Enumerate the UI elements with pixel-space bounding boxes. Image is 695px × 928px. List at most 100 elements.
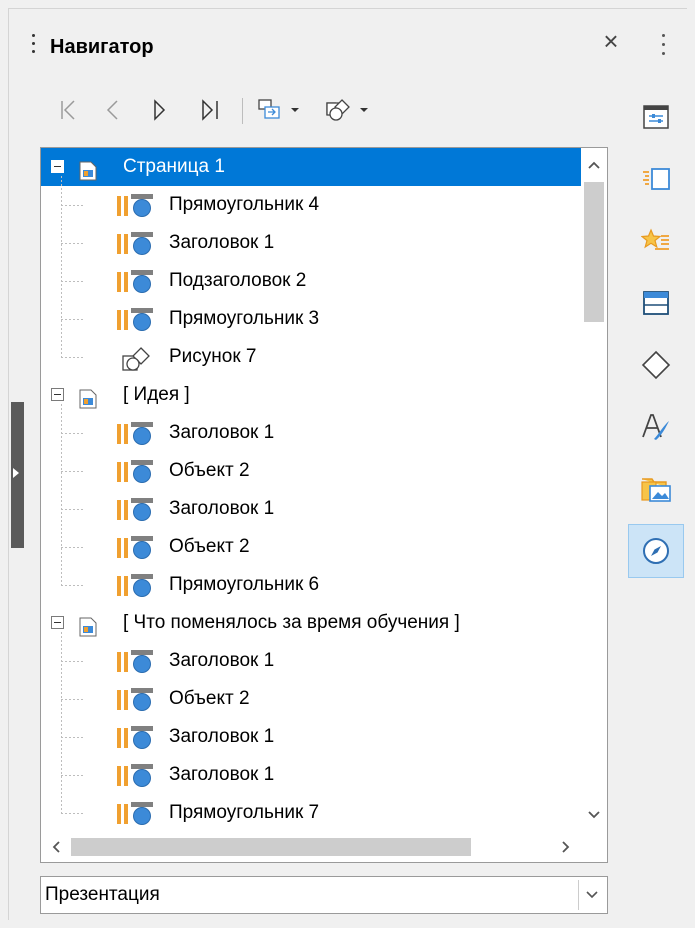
scroll-up-arrow-icon[interactable] (581, 152, 607, 178)
tree-connector-line (61, 357, 85, 358)
tree-item-label: Прямоугольник 6 (169, 574, 320, 595)
tree-item-label: Прямоугольник 4 (169, 194, 320, 215)
shape-object-icon (117, 460, 157, 484)
frame-border-top (8, 8, 687, 9)
tree-object-item[interactable]: Прямоугольник 3 (41, 300, 581, 338)
collapse-toggle-icon[interactable] (51, 160, 64, 173)
shape-object-icon (117, 650, 157, 674)
more-options-icon[interactable] (660, 34, 666, 60)
tree-item-label: [ Идея ] (123, 384, 190, 405)
horizontal-scrollbar[interactable] (41, 832, 581, 862)
scroll-left-arrow-icon[interactable] (43, 832, 69, 862)
tree-object-item[interactable]: Заголовок 1 (41, 718, 581, 756)
tree-object-item[interactable]: Заголовок 1 (41, 490, 581, 528)
close-button[interactable]: × (598, 26, 624, 56)
master-slides-deck-button[interactable] (628, 276, 684, 330)
tree-item-label: Прямоугольник 3 (169, 308, 320, 329)
shape-object-icon (117, 726, 157, 750)
tree-page-item[interactable]: [ Что поменялось за время обучения ] (41, 604, 581, 642)
tree-connector-line (61, 281, 85, 282)
tree-item-label: Заголовок 1 (169, 422, 275, 443)
slide-page-icon (79, 613, 97, 637)
gallery-deck-button[interactable] (628, 462, 684, 516)
document-select-value: Презентация (45, 884, 160, 905)
expand-arrow-icon (13, 468, 19, 478)
slide-page-icon (79, 157, 97, 181)
tree-object-item[interactable]: Рисунок 7 (41, 338, 581, 376)
animation-icon (641, 228, 669, 250)
navigator-deck-button[interactable] (628, 524, 684, 578)
tree-connector-line (61, 319, 85, 320)
tree-connector-line (61, 585, 85, 586)
tree-object-item[interactable]: Заголовок 1 (41, 756, 581, 794)
tree-item-label: [ Что поменялось за время обучения ] (123, 612, 460, 633)
tree-object-item[interactable]: Заголовок 1 (41, 642, 581, 680)
tree-connector-line (61, 661, 85, 662)
tree-item-label: Заголовок 1 (169, 726, 275, 747)
drag-grip-icon[interactable] (32, 34, 35, 58)
styles-deck-button[interactable] (628, 400, 684, 454)
tree-item-label: Рисунок 7 (169, 346, 257, 367)
tree-item-label: Объект 2 (169, 688, 250, 709)
drag-mode-icon (258, 99, 280, 119)
tree-object-item[interactable]: Подзаголовок 2 (41, 262, 581, 300)
slide-page-icon (79, 385, 97, 409)
tree-object-item[interactable]: Объект 2 (41, 452, 581, 490)
shapes-icon (641, 350, 671, 380)
animation-deck-button[interactable] (628, 214, 684, 268)
tree-object-item[interactable]: Прямоугольник 4 (41, 186, 581, 224)
document-select[interactable]: Презентация (40, 876, 608, 914)
drag-mode-button[interactable] (248, 90, 310, 130)
tree-item-label: Заголовок 1 (169, 650, 275, 671)
previous-slide-button[interactable] (98, 90, 126, 130)
shape-object-icon (117, 574, 157, 598)
shape-object-icon (117, 688, 157, 712)
previous-icon (106, 100, 118, 120)
collapse-toggle-icon[interactable] (51, 616, 64, 629)
next-slide-button[interactable] (146, 90, 174, 130)
tree-object-item[interactable]: Прямоугольник 6 (41, 566, 581, 604)
first-icon (61, 100, 75, 120)
panel-title: Навигатор (50, 36, 154, 58)
navigator-tree[interactable]: Страница 1 Прямоугольник 4 Заголовок 1 Подз… (40, 147, 608, 863)
scroll-right-arrow-icon[interactable] (553, 832, 579, 862)
last-slide-button[interactable] (194, 90, 228, 130)
shape-object-icon (117, 536, 157, 560)
chevron-down-icon (586, 891, 598, 899)
shape-object-icon (117, 422, 157, 446)
horizontal-scroll-thumb[interactable] (71, 838, 471, 856)
tree-connector-line (61, 243, 85, 244)
tree-object-item[interactable]: Заголовок 1 (41, 414, 581, 452)
tree-item-label: Заголовок 1 (169, 232, 275, 253)
sidebar-collapse-handle[interactable] (11, 402, 24, 548)
tree-connector-line (61, 433, 85, 434)
tree-connector-line (61, 699, 85, 700)
tree-connector-line (61, 509, 85, 510)
slide-transition-deck-button[interactable] (628, 152, 684, 206)
tree-item-label: Подзаголовок 2 (169, 270, 307, 291)
first-slide-button[interactable] (54, 90, 82, 130)
tree-object-item[interactable]: Заголовок 1 (41, 224, 581, 262)
dropdown-button[interactable] (578, 880, 605, 910)
shapes-button[interactable] (314, 90, 380, 130)
properties-icon (643, 105, 669, 129)
tree-page-item[interactable]: Страница 1 (41, 148, 581, 186)
properties-deck-button[interactable] (628, 90, 684, 144)
scroll-down-arrow-icon[interactable] (581, 802, 607, 828)
chevron-down-icon (291, 108, 299, 112)
tree-connector-line (61, 404, 62, 586)
tree-page-item[interactable]: [ Идея ] (41, 376, 581, 414)
shapes-deck-button[interactable] (628, 338, 684, 392)
tree-connector-line (61, 471, 85, 472)
vertical-scrollbar[interactable] (581, 148, 607, 830)
tree-object-item[interactable]: Прямоугольник 7 (41, 794, 581, 832)
vertical-scroll-thumb[interactable] (584, 182, 604, 322)
tree-item-label: Прямоугольник 7 (169, 802, 320, 823)
tree-connector-line (61, 632, 62, 814)
tree-object-item[interactable]: Объект 2 (41, 528, 581, 566)
collapse-toggle-icon[interactable] (51, 388, 64, 401)
tree-object-item[interactable]: Объект 2 (41, 680, 581, 718)
master-slides-icon (643, 291, 669, 315)
shape-object-icon (117, 308, 157, 332)
shape-object-icon (117, 764, 157, 788)
